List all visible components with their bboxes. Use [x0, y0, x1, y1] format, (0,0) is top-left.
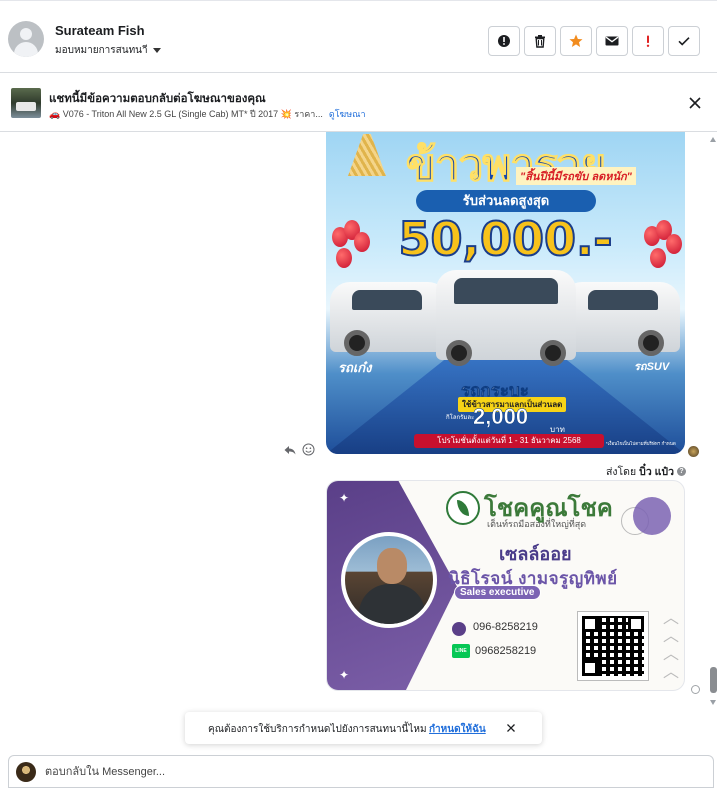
- sent-by-prefix: ส่งโดย: [606, 466, 637, 478]
- assign-prompt-text: คุณต้องการใช้บริการกำหนดไปยังการสนทนานี้…: [208, 724, 427, 735]
- business-card-image-message[interactable]: ✦ ✦ โชคคูณโชค เต็นท์รถมือสองที่ใหญ่ที่สุ…: [326, 480, 685, 691]
- emoji-react-icon[interactable]: [302, 443, 315, 456]
- contact-avatar[interactable]: [8, 21, 44, 57]
- brand-tagline: เต็นท์รถมือสองที่ใหญ่ที่สุด: [487, 519, 587, 529]
- seen-avatar: [688, 446, 699, 457]
- scroll-up-arrow-icon[interactable]: [710, 137, 716, 142]
- qr-finder: [582, 616, 598, 632]
- salesperson-nickname: เซลล์ออย: [499, 544, 572, 564]
- wheel: [446, 340, 472, 366]
- delete-button[interactable]: [524, 26, 556, 56]
- salesperson-photo: [341, 532, 437, 628]
- star-icon: [569, 34, 583, 47]
- assign-to-me-link[interactable]: กำหนดให้ฉัน: [429, 722, 486, 737]
- qr-finder: [582, 660, 598, 676]
- close-icon[interactable]: [505, 722, 517, 734]
- check-icon: [678, 37, 690, 46]
- view-ad-link[interactable]: ดูโฆษณา: [329, 107, 366, 121]
- mark-important-button[interactable]: [632, 26, 664, 56]
- discount-label: รับส่วนลดสูงสุด: [416, 190, 596, 212]
- sparkle-icon: ✦: [339, 491, 350, 505]
- sparkle-icon: ✦: [339, 668, 350, 682]
- assign-prompt-toast: คุณต้องการใช้บริการกำหนดไปยังการสนทนานี้…: [185, 712, 542, 744]
- promo-period: โปรโมชั่นตั้งแต่วันที่ 1 - 31 ธันวาคม 25…: [414, 434, 604, 448]
- chevron-deco: ︿: [663, 646, 680, 663]
- assign-label: มอบหมายการสนทนาี: [55, 45, 148, 56]
- sent-status-icon: [691, 685, 700, 694]
- job-title: Sales executive: [454, 585, 541, 600]
- ad-context-bar: แชทนี้มีข้อความตอบกลับต่อโฆษณาของคุณ 🚗 V…: [0, 73, 717, 132]
- brand-logo: [446, 491, 480, 525]
- ad-description: 🚗 V076 - Triton All New 2.5 GL (Single C…: [49, 109, 323, 119]
- face: [377, 548, 407, 584]
- promo-image-message[interactable]: ข้าวพารวย "สิ้นปีนี้มีรถขับ ลดหนัก" รับส…: [326, 132, 685, 454]
- truck-image: [16, 102, 36, 111]
- promo-headline-sub: "สิ้นปีนี้มีรถขับ ลดหนัก": [516, 167, 636, 185]
- message-scrollbar[interactable]: [709, 133, 717, 703]
- alert-circle-icon: [498, 35, 510, 47]
- balloon-icon: [650, 248, 666, 268]
- balloon-icon: [336, 248, 352, 268]
- scroll-down-arrow-icon[interactable]: [710, 700, 716, 705]
- avatar-head: [20, 28, 32, 40]
- discount-amount: 50,000.-: [397, 211, 613, 267]
- mail-icon: [605, 36, 619, 46]
- wheel: [540, 340, 566, 366]
- message-composer: [8, 755, 714, 788]
- ad-thumbnail[interactable]: [11, 88, 41, 118]
- caret-down-icon: [152, 48, 161, 53]
- phone-icon: [452, 622, 466, 636]
- fine-print: *เงื่อนไขเป็นไปตามที่บริษัทฯ กำหนด: [606, 441, 676, 446]
- reply-input[interactable]: [45, 763, 685, 781]
- chevron-deco: ︿: [663, 610, 680, 627]
- category-sedan: รถเก๋ง: [338, 360, 372, 375]
- phone-number: 096-8258219: [473, 621, 538, 633]
- ad-context-title: แชทนี้มีข้อความตอบกลับต่อโฆษณาของคุณ: [49, 93, 266, 105]
- trash-icon: [535, 35, 545, 48]
- price-per-kg: 2,000: [473, 404, 529, 430]
- star-button[interactable]: [560, 26, 592, 56]
- mark-spam-button[interactable]: [488, 26, 520, 56]
- sent-by-label: ส่งโดย บิ๋ว แป๋ว ?: [606, 463, 686, 480]
- contact-name[interactable]: Surateam Fish: [55, 23, 145, 38]
- wheel: [344, 330, 370, 356]
- line-icon: LINE: [452, 644, 470, 658]
- assign-conversation-dropdown[interactable]: มอบหมายการสนทนาี: [55, 43, 161, 58]
- close-icon[interactable]: [686, 94, 704, 112]
- page-avatar: [16, 762, 36, 782]
- mark-unread-button[interactable]: [596, 26, 628, 56]
- exclamation-icon: [646, 35, 650, 47]
- category-suv: รถSUV: [634, 361, 670, 373]
- mark-done-button[interactable]: [668, 26, 700, 56]
- chevron-deco: ︿: [663, 664, 680, 681]
- balloon-icon: [354, 232, 370, 252]
- conversation-header: Surateam Fish มอบหมายการสนทนาี: [0, 0, 717, 73]
- deco-circle: [633, 497, 671, 535]
- balloon-icon: [666, 234, 682, 254]
- qr-code: [577, 611, 649, 681]
- wheel: [638, 330, 664, 356]
- scrollbar-thumb[interactable]: [710, 667, 717, 693]
- qr-finder: [628, 616, 644, 632]
- per-kg-label: กิโลกรัมละ: [446, 415, 475, 421]
- inbox-conversation: Surateam Fish มอบหมายการสนทนาี แชทนี้มีข…: [0, 0, 717, 788]
- avatar-body: [14, 42, 38, 57]
- ad-context-subtitle: 🚗 V076 - Triton All New 2.5 GL (Single C…: [49, 107, 366, 121]
- chevron-deco: ︿: [663, 628, 680, 645]
- sender-name: บิ๋ว แป๋ว: [639, 466, 674, 478]
- help-icon[interactable]: ?: [676, 467, 686, 476]
- line-id: 0968258219: [475, 645, 537, 657]
- conversation-actions: [488, 26, 700, 56]
- reply-icon[interactable]: [283, 443, 297, 457]
- torso: [359, 584, 425, 624]
